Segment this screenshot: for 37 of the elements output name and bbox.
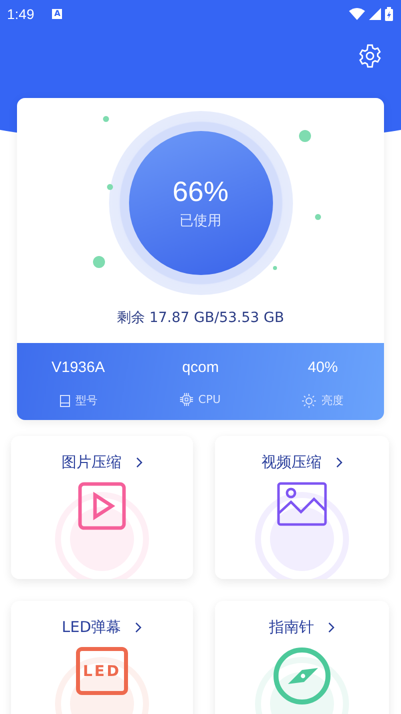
signal-icon [369,8,381,20]
chevron-icon [328,622,335,633]
feature-card[interactable]: LED弹幕 LED [11,601,193,714]
stat-label: 亮度 [321,393,344,408]
bubble-dot [107,184,113,190]
feature-title: LED弹幕 [62,618,122,637]
notification-icon: A [52,9,62,19]
stat-label: CPU [198,393,221,406]
bubble-dot [273,266,277,270]
bubble-dot [103,116,109,122]
stat-value: qcom [182,359,219,376]
phone-icon [58,394,71,406]
led-icon: LED [76,647,128,695]
feature-card[interactable]: 视频压缩 [215,436,389,579]
chevron-icon [336,457,342,468]
sun-icon [302,394,316,408]
bubble-dot [93,256,105,268]
bubble-dot [299,130,311,142]
usage-label: 已使用 [180,212,222,230]
feature-title: 图片压缩 [62,453,122,472]
chevron-icon [136,457,142,468]
chip-icon [180,393,194,406]
remaining-storage: 剩余 17.87 GB/53.53 GB [116,309,284,327]
feature-card[interactable]: 图片压缩 [11,436,193,579]
battery-icon [385,7,393,21]
feature-card[interactable]: 指南针 [215,601,389,714]
feature-title: 视频压缩 [262,453,322,472]
wifi-icon [349,8,365,20]
bubble-dot [315,214,321,220]
settings-icon[interactable] [357,43,383,69]
feature-title: 指南针 [269,618,314,637]
stat-value: V1936A [51,359,105,376]
chevron-icon [135,622,142,633]
usage-percent: 66% [172,176,229,208]
status-time: 1:49 [7,6,34,22]
stat-value: 40% [308,359,338,376]
stat-label: 型号 [76,393,98,408]
